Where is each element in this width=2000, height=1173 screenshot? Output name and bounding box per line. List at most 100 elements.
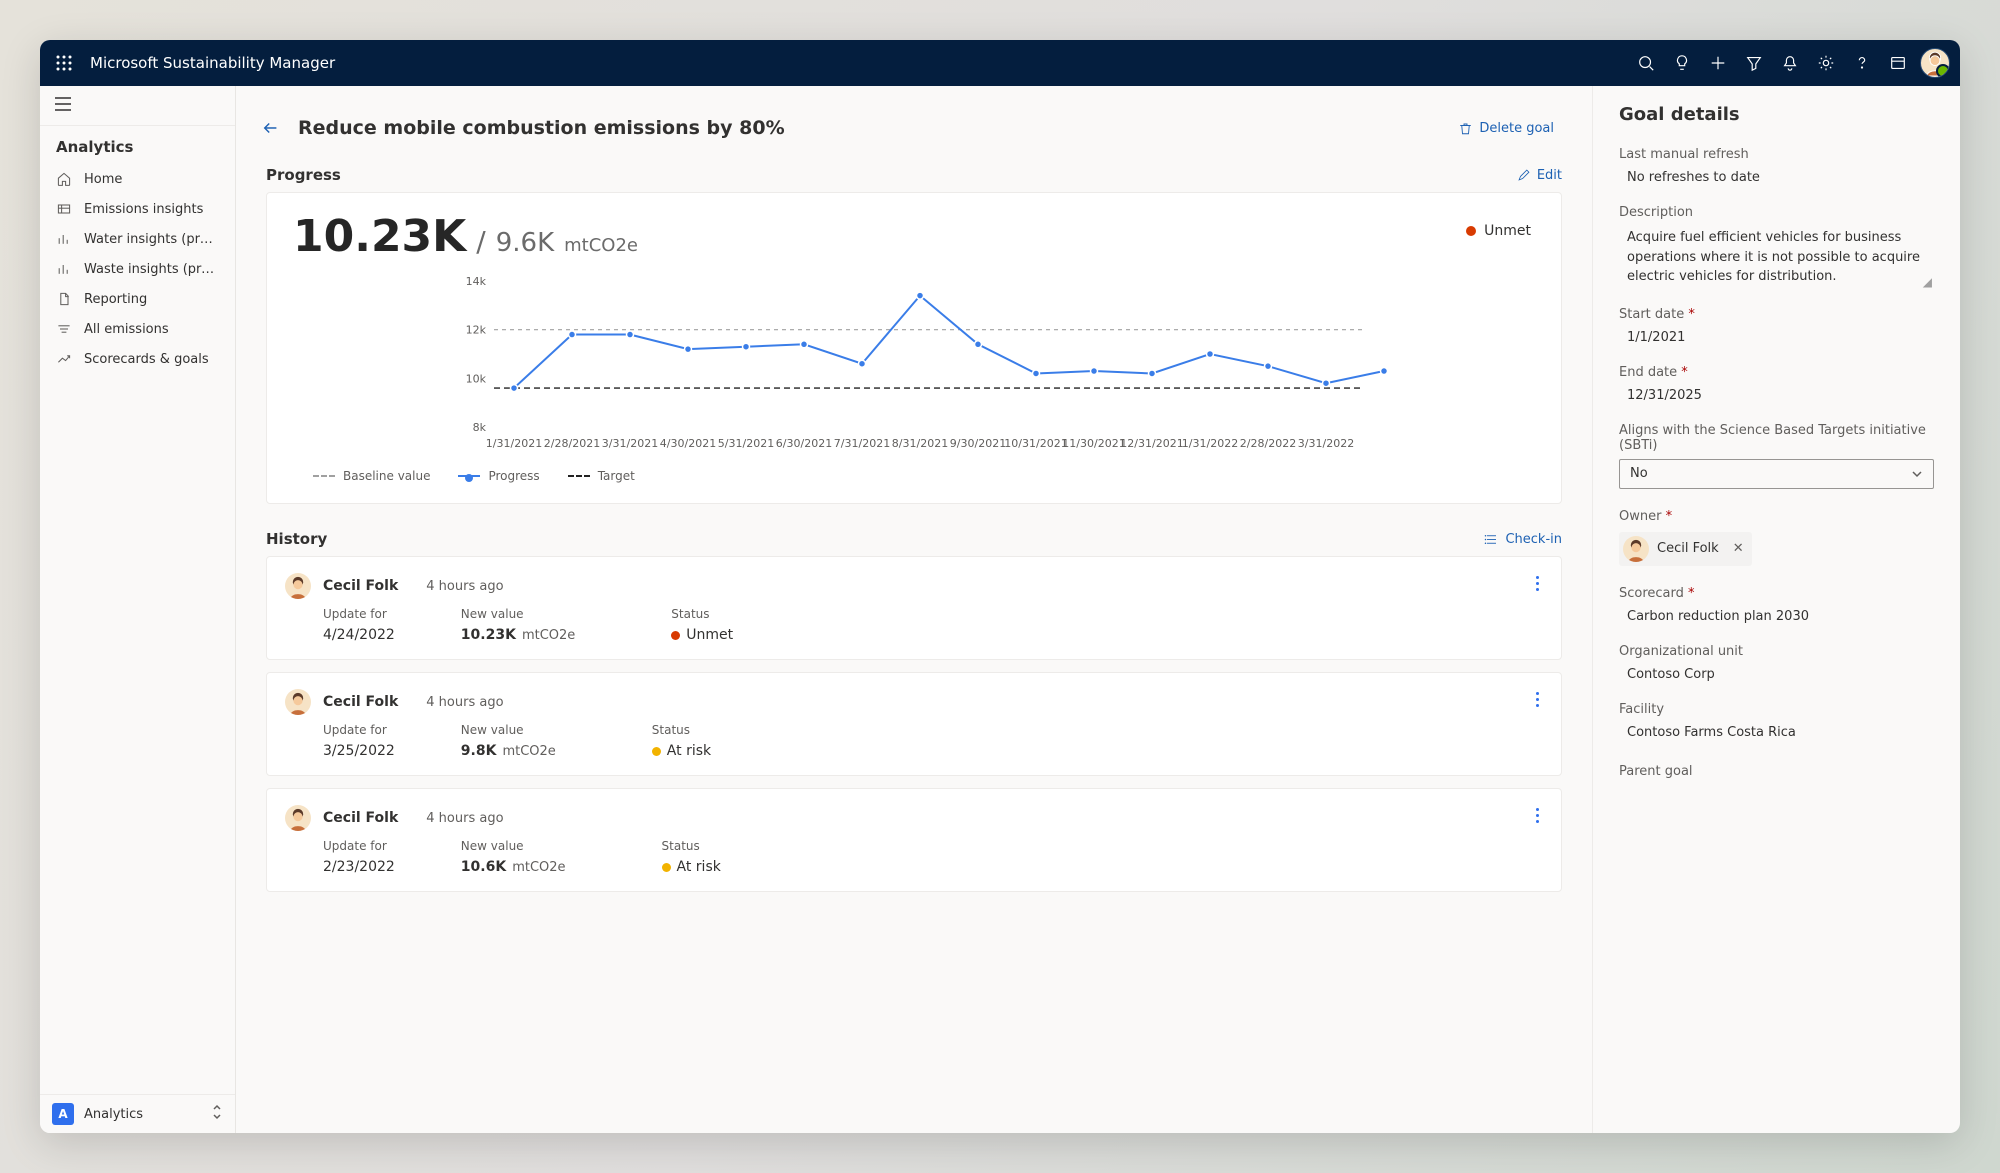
sidebar-item-label: Scorecards & goals — [84, 352, 209, 367]
sidebar-item-label: All emissions — [84, 322, 169, 337]
facility-label: Facility — [1619, 702, 1934, 717]
entry-avatar-icon — [285, 573, 311, 599]
col-newvalue-label: New value — [461, 607, 575, 621]
sidebar-item-reporting[interactable]: Reporting — [40, 284, 235, 314]
filter-icon[interactable] — [1736, 45, 1772, 81]
svg-text:3/31/2022: 3/31/2022 — [1298, 437, 1354, 450]
entry-value: 9.8K mtCO2e — [461, 743, 556, 759]
svg-text:2/28/2021: 2/28/2021 — [544, 437, 600, 450]
sidebar-item-emissions[interactable]: Emissions insights — [40, 194, 235, 224]
sidebar-item-waste[interactable]: Waste insights (previ... — [40, 254, 235, 284]
owner-label: Owner — [1619, 509, 1934, 524]
sidebar-item-water[interactable]: Water insights (previ... — [40, 224, 235, 254]
goal-details-panel: Goal details Last manual refresh No refr… — [1592, 86, 1960, 1133]
owner-chip[interactable]: Cecil Folk ✕ — [1619, 532, 1752, 566]
ou-value[interactable]: Contoso Corp — [1619, 667, 1934, 682]
separator: / — [476, 225, 485, 258]
history-entry[interactable]: Cecil Folk 4 hours ago Update for4/24/20… — [266, 556, 1562, 660]
end-date-value[interactable]: 12/31/2025 — [1619, 388, 1934, 403]
chevron-updown-icon — [211, 1104, 223, 1124]
remove-owner-icon[interactable]: ✕ — [1733, 541, 1744, 556]
sbti-select[interactable]: No — [1619, 459, 1934, 489]
history-section-title: History — [266, 530, 327, 548]
svg-text:6/30/2021: 6/30/2021 — [776, 437, 832, 450]
sbti-value: No — [1630, 466, 1648, 481]
last-refresh-value: No refreshes to date — [1619, 170, 1934, 185]
legend-target-icon — [568, 475, 590, 477]
progress-section-title: Progress — [266, 166, 341, 184]
legend-baseline-icon — [313, 475, 335, 477]
edit-label: Edit — [1537, 168, 1562, 183]
area-switcher[interactable]: A Analytics — [40, 1094, 235, 1133]
status-dot-icon — [1466, 226, 1476, 236]
hamburger-icon[interactable] — [54, 97, 72, 115]
sidebar-item-home[interactable]: Home — [40, 164, 235, 194]
entry-menu-button[interactable] — [1525, 687, 1549, 711]
description-label: Description — [1619, 205, 1934, 220]
status-text: Unmet — [1484, 223, 1531, 239]
plus-icon[interactable] — [1700, 45, 1736, 81]
back-button[interactable] — [258, 115, 284, 141]
entry-time: 4 hours ago — [426, 811, 503, 826]
scorecard-value[interactable]: Carbon reduction plan 2030 — [1619, 609, 1934, 624]
resize-handle-icon[interactable]: ◢ — [1923, 273, 1932, 291]
current-value: 10.23K — [293, 215, 466, 259]
svg-text:1/31/2021: 1/31/2021 — [486, 437, 542, 450]
entry-date: 2/23/2022 — [323, 859, 395, 875]
sidebar-item-label: Water insights (previ... — [84, 232, 219, 247]
svg-text:3/31/2021: 3/31/2021 — [602, 437, 658, 450]
legend-target-label: Target — [598, 469, 635, 483]
target-value: 9.6K — [496, 228, 554, 258]
col-status-label: Status — [671, 607, 733, 621]
sidebar-item-label: Waste insights (previ... — [84, 262, 219, 277]
help-icon[interactable] — [1844, 45, 1880, 81]
checkin-button[interactable]: Check-in — [1484, 532, 1562, 547]
sbti-label: Aligns with the Science Based Targets in… — [1619, 423, 1934, 453]
chart-legend: Baseline value Progress Target — [293, 469, 1535, 483]
start-date-value[interactable]: 1/1/2021 — [1619, 330, 1934, 345]
svg-text:5/31/2021: 5/31/2021 — [718, 437, 774, 450]
entry-date: 4/24/2022 — [323, 627, 395, 643]
entry-time: 4 hours ago — [426, 579, 503, 594]
panel-icon[interactable] — [1880, 45, 1916, 81]
entry-status: At risk — [662, 859, 721, 875]
entry-menu-button[interactable] — [1525, 571, 1549, 595]
svg-text:14k: 14k — [466, 275, 487, 288]
app-window: Microsoft Sustainability Manager — [40, 40, 1960, 1133]
bell-icon[interactable] — [1772, 45, 1808, 81]
entry-menu-button[interactable] — [1525, 803, 1549, 827]
svg-text:10k: 10k — [466, 372, 487, 385]
sidebar-item-scorecards[interactable]: Scorecards & goals — [40, 344, 235, 374]
delete-goal-label: Delete goal — [1479, 121, 1554, 136]
end-date-label: End date — [1619, 365, 1934, 380]
owner-name: Cecil Folk — [1657, 541, 1719, 556]
description-value[interactable]: Acquire fuel efficient vehicles for busi… — [1619, 228, 1934, 287]
delete-goal-button[interactable]: Delete goal — [1450, 117, 1562, 140]
sidebar-section-title: Analytics — [40, 126, 235, 164]
lightbulb-icon[interactable] — [1664, 45, 1700, 81]
edit-progress-button[interactable]: Edit — [1517, 168, 1562, 183]
sidebar-item-all-emissions[interactable]: All emissions — [40, 314, 235, 344]
global-header: Microsoft Sustainability Manager — [40, 40, 1960, 86]
main-content: Reduce mobile combustion emissions by 80… — [236, 86, 1592, 1133]
col-status-label: Status — [652, 723, 711, 737]
unit-label: mtCO2e — [564, 235, 638, 256]
search-icon[interactable] — [1628, 45, 1664, 81]
page-title: Reduce mobile combustion emissions by 80… — [298, 117, 785, 139]
svg-text:12k: 12k — [466, 324, 487, 337]
facility-value[interactable]: Contoso Farms Costa Rica — [1619, 725, 1934, 740]
user-avatar[interactable] — [1920, 48, 1950, 78]
history-entry[interactable]: Cecil Folk 4 hours ago Update for3/25/20… — [266, 672, 1562, 776]
svg-text:10/31/2021: 10/31/2021 — [1004, 437, 1067, 450]
svg-text:4/30/2021: 4/30/2021 — [660, 437, 716, 450]
svg-text:1/31/2022: 1/31/2022 — [1182, 437, 1238, 450]
scorecard-label: Scorecard — [1619, 586, 1934, 601]
header-actions — [1628, 45, 1950, 81]
sidebar: Analytics Home Emissions insights Water … — [40, 86, 236, 1133]
chevron-down-icon — [1911, 468, 1923, 480]
history-entry[interactable]: Cecil Folk 4 hours ago Update for2/23/20… — [266, 788, 1562, 892]
progress-chart: 14k12k10k8k1/31/20212/28/20213/31/20214/… — [293, 275, 1535, 455]
app-launcher-icon[interactable] — [46, 45, 82, 81]
settings-icon[interactable] — [1808, 45, 1844, 81]
status-badge: Unmet — [1466, 223, 1531, 239]
